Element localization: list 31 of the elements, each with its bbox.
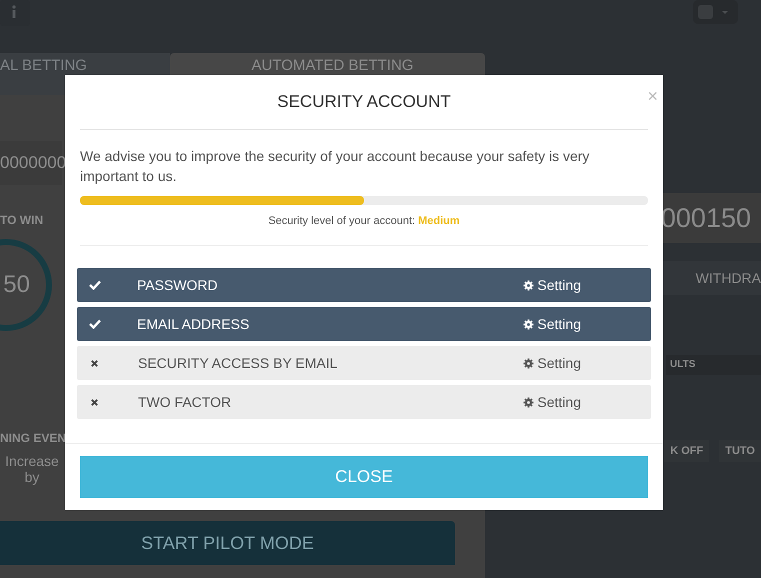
start-button[interactable]: START PILOT MODE [0,521,455,565]
increase-label: Increase by [4,453,60,485]
setting-link[interactable]: Setting [523,394,581,410]
close-button[interactable]: × [647,87,658,105]
setting-link[interactable]: Setting [523,316,581,332]
item-label: TWO FACTOR [138,394,232,410]
cross-icon [90,358,99,368]
settings-icon [523,280,534,290]
close-button[interactable]: CLOSE [80,456,648,498]
item-label: EMAIL ADDRESS [137,316,250,332]
dial-value: 50 [3,271,30,299]
event-label: NING EVEN [0,431,66,445]
toolbar-button[interactable]: K OFF [664,440,710,462]
toggle-icon[interactable] [693,0,738,24]
item-label: SECURITY ACCESS BY EMAIL [138,355,338,371]
to-win-label: TO WIN [0,213,44,227]
results-header: ULTS [666,355,761,375]
advice-text: We advise you to improve the security of your account because your safety is very important to us. [80,147,590,186]
setting-link[interactable]: Setting [523,277,581,293]
dialog-title: SECURITY ACCOUNT [277,92,451,112]
check-icon [89,280,101,290]
check-icon [89,319,101,329]
cross-icon [90,398,99,406]
setting-link[interactable]: Setting [523,355,581,371]
item-label: PASSWORD [137,277,219,293]
settings-icon [523,396,534,408]
toolbar-button[interactable]: TUTO [719,440,761,462]
security-level-text: Security level of your account: Medium [80,215,648,246]
settings-icon [523,358,534,368]
amount-display: 000150 [663,193,761,243]
settings-icon [523,318,534,330]
